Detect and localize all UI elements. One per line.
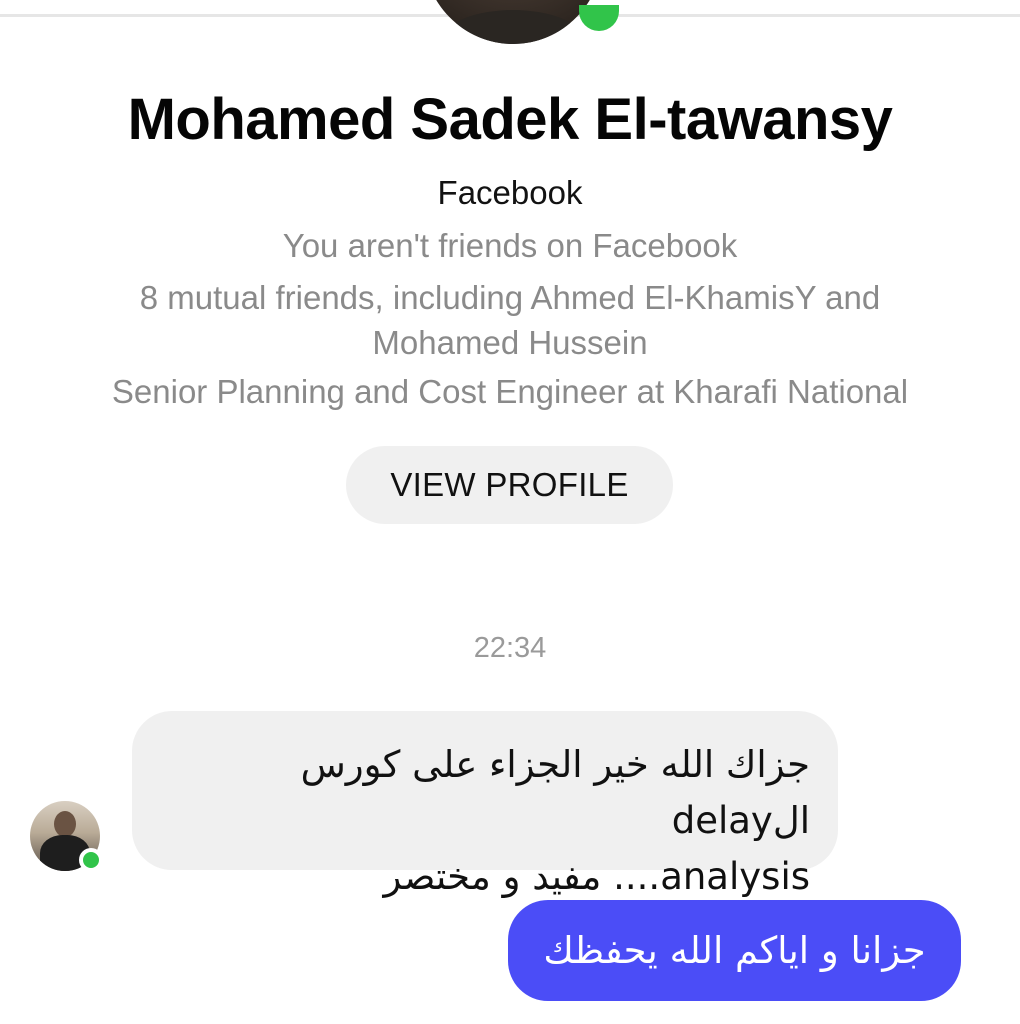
avatar-photo-shape <box>443 10 583 44</box>
profile-platform: Facebook <box>437 174 583 211</box>
mutual-friends-line-1: 8 mutual friends, including Ahmed El-Kha… <box>139 279 881 316</box>
incoming-message-bubble[interactable]: جزاك الله خير الجزاء على كورس الdelay an… <box>132 711 838 898</box>
online-status-icon <box>79 848 103 872</box>
messenger-conversation-screen: Mohamed Sadek El-tawansy Facebook You ar… <box>0 0 1020 1024</box>
mutual-friends-text: 8 mutual friends, including Ahmed El-Kha… <box>0 275 1020 365</box>
message-timestamp: 22:34 <box>473 632 547 664</box>
view-profile-button[interactable]: VIEW PROFILE <box>346 446 673 524</box>
incoming-message-line-2: analysis.... مفيد و مختصر <box>383 855 811 898</box>
mutual-friends-line-2: Mohamed Hussein <box>372 324 648 361</box>
profile-job-text: Senior Planning and Cost Engineer at Kha… <box>111 373 909 410</box>
incoming-message-line-1: جزاك الله خير الجزاء على كورس الdelay <box>300 743 810 842</box>
profile-avatar[interactable] <box>423 0 603 44</box>
online-status-icon <box>579 5 619 31</box>
outgoing-message-text: جزانا و اياكم الله يحفظك <box>543 929 926 972</box>
friend-status-text: You aren't friends on Facebook <box>282 227 738 264</box>
avatar-head-shape <box>54 811 76 837</box>
profile-name: Mohamed Sadek El-tawansy <box>127 87 893 152</box>
outgoing-message-bubble[interactable]: جزانا و اياكم الله يحفظك <box>508 900 961 1001</box>
